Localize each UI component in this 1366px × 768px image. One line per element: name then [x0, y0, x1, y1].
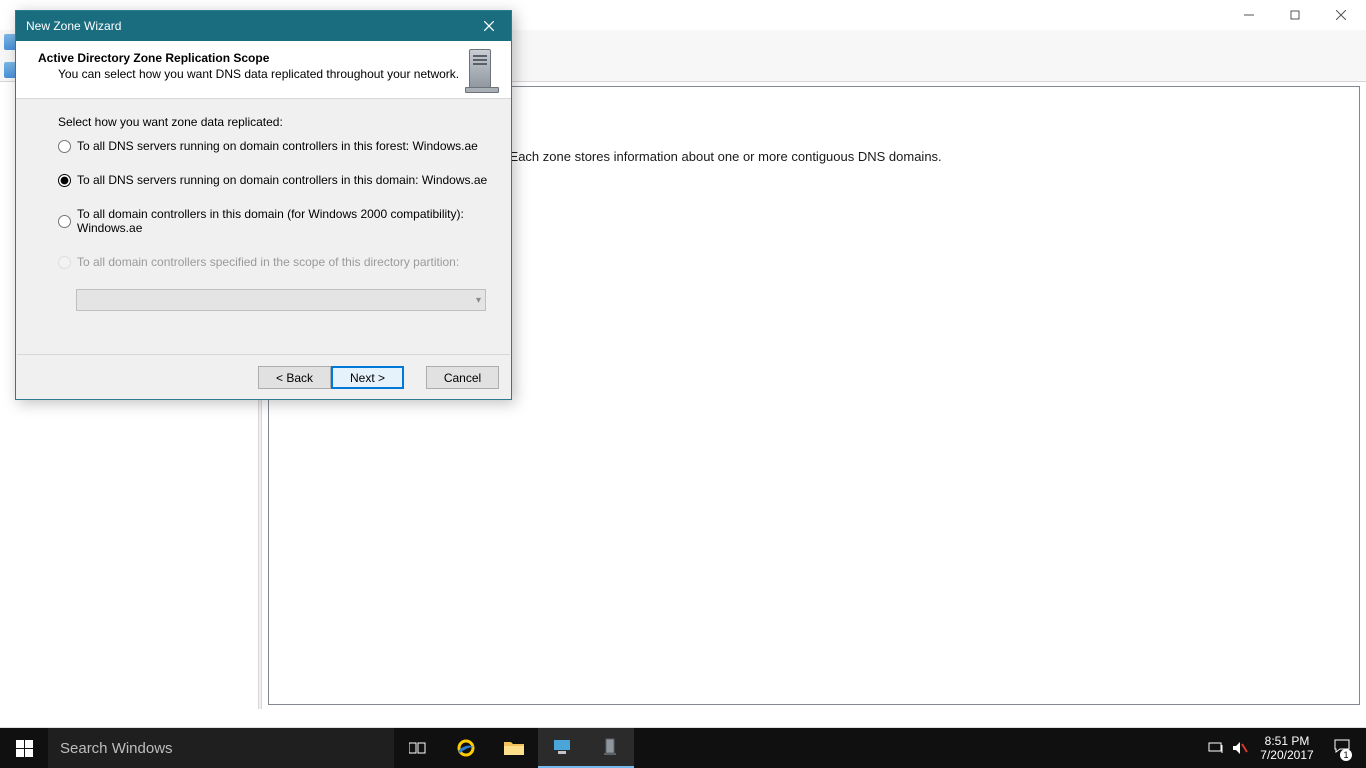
wizard-button-row: < Back Next > Cancel — [258, 366, 499, 389]
radio-option-forest[interactable]: To all DNS servers running on domain con… — [58, 139, 493, 153]
next-button[interactable]: Next > — [331, 366, 404, 389]
radio-option-domain[interactable]: To all DNS servers running on domain con… — [58, 173, 493, 187]
radio-domain-input[interactable] — [58, 174, 71, 187]
tray-date: 7/20/2017 — [1260, 748, 1313, 762]
wizard-close-button[interactable] — [466, 11, 511, 41]
radio-forest-label: To all DNS servers running on domain con… — [77, 139, 478, 153]
server-manager-icon[interactable] — [538, 728, 586, 768]
radio-compat-label: To all domain controllers in this domain… — [77, 207, 493, 235]
bg-maximize-button[interactable] — [1272, 1, 1318, 29]
wizard-title: New Zone Wizard — [26, 19, 121, 33]
back-button[interactable]: < Back — [258, 366, 331, 389]
wizard-header-subtitle: You can select how you want DNS data rep… — [58, 67, 497, 81]
taskbar: Search Windows — [0, 728, 1366, 768]
radio-partition-label: To all domain controllers specified in t… — [77, 255, 459, 269]
wizard-separator — [17, 354, 510, 355]
tray-volume-icon[interactable] — [1228, 728, 1252, 768]
taskbar-search-placeholder: Search Windows — [60, 740, 173, 757]
radio-forest-input[interactable] — [58, 140, 71, 153]
wizard-titlebar[interactable]: New Zone Wizard — [16, 11, 511, 41]
start-button[interactable] — [0, 728, 48, 768]
tray-clock[interactable]: 8:51 PM 7/20/2017 — [1252, 728, 1322, 768]
replication-prompt: Select how you want zone data replicated… — [58, 115, 493, 129]
radio-option-compat[interactable]: To all domain controllers in this domain… — [58, 207, 493, 235]
bg-close-button[interactable] — [1318, 1, 1364, 29]
wizard-body: Select how you want zone data replicated… — [16, 99, 511, 311]
bg-minimize-button[interactable] — [1226, 1, 1272, 29]
task-view-button[interactable] — [394, 728, 442, 768]
tray-time: 8:51 PM — [1265, 734, 1310, 748]
cancel-button[interactable]: Cancel — [426, 366, 499, 389]
radio-option-partition: To all domain controllers specified in t… — [58, 255, 493, 269]
new-zone-wizard-dialog: New Zone Wizard Active Directory Zone Re… — [15, 10, 512, 400]
internet-explorer-icon[interactable] — [442, 728, 490, 768]
file-explorer-icon[interactable] — [490, 728, 538, 768]
system-tray: 8:51 PM 7/20/2017 — [1204, 728, 1366, 768]
radio-partition-input — [58, 256, 71, 269]
partition-dropdown: ▾ — [76, 289, 486, 311]
radio-compat-input[interactable] — [58, 215, 71, 228]
action-center-button[interactable] — [1322, 728, 1362, 768]
taskbar-search[interactable]: Search Windows — [48, 728, 394, 768]
tray-network-icon[interactable] — [1204, 728, 1228, 768]
radio-domain-label: To all DNS servers running on domain con… — [77, 173, 487, 187]
taskbar-app-icons — [394, 728, 634, 768]
wizard-header: Active Directory Zone Replication Scope … — [16, 41, 511, 99]
chevron-down-icon: ▾ — [476, 295, 481, 306]
server-icon — [465, 47, 499, 93]
wizard-header-title: Active Directory Zone Replication Scope — [38, 51, 497, 65]
dns-manager-icon[interactable] — [586, 728, 634, 768]
